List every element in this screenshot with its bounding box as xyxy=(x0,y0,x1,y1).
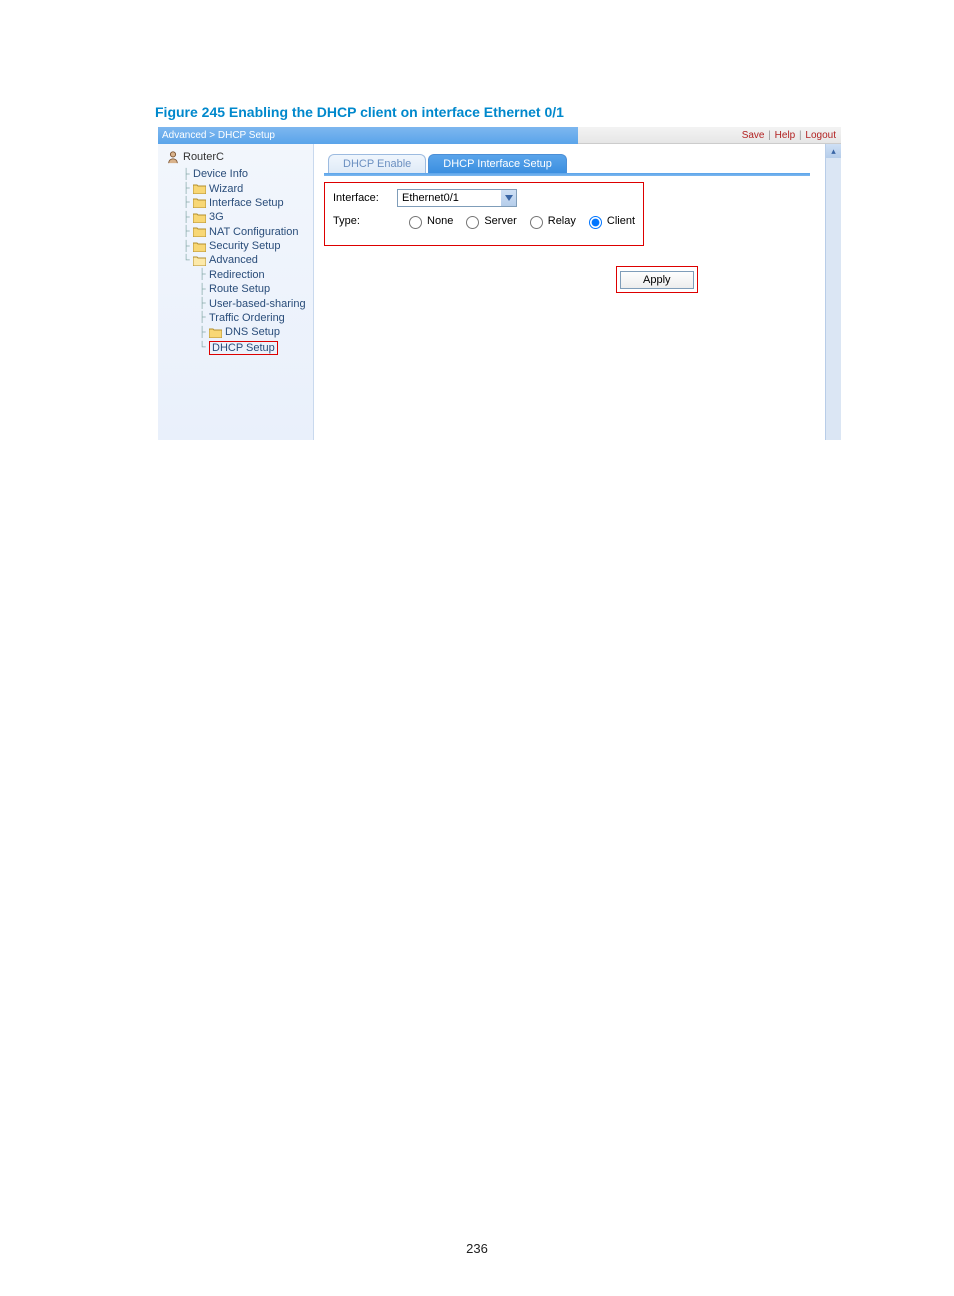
radio-server[interactable]: Server xyxy=(461,213,516,229)
sidebar-item-label: Wizard xyxy=(209,183,243,195)
type-label: Type: xyxy=(333,215,364,227)
sidebar-item-3g[interactable]: ├ 3G xyxy=(158,210,313,224)
tab-dhcp-enable[interactable]: DHCP Enable xyxy=(328,154,426,173)
page-number: 236 xyxy=(0,1241,954,1256)
scroll-up-icon[interactable]: ▴ xyxy=(826,144,841,158)
sidebar-subitem-route-setup[interactable]: ├ Route Setup xyxy=(158,282,313,296)
sidebar-item-label: 3G xyxy=(209,211,224,223)
tree-root-label: RouterC xyxy=(183,151,224,163)
separator: | xyxy=(768,130,771,141)
sidebar-item-label: Device Info xyxy=(193,168,248,180)
tab-dhcp-interface-setup[interactable]: DHCP Interface Setup xyxy=(428,154,567,173)
sidebar-item-interface-setup[interactable]: ├ Interface Setup xyxy=(158,196,313,210)
tree-branch: ├ xyxy=(182,169,190,180)
help-link[interactable]: Help xyxy=(775,130,796,141)
content-area: ▴ DHCP Enable DHCP Interface Setup Inter… xyxy=(314,144,841,440)
user-icon xyxy=(166,150,180,164)
folder-open-icon xyxy=(193,255,206,266)
sidebar-item-advanced[interactable]: └ Advanced xyxy=(158,253,313,267)
sidebar-item-label: User-based-sharing xyxy=(209,298,306,310)
logout-link[interactable]: Logout xyxy=(805,130,836,141)
type-radio-group: None Server Relay Client xyxy=(404,213,635,229)
app-frame: Advanced > DHCP Setup Save | Help | Logo… xyxy=(158,127,841,440)
sidebar-item-label-highlight: DHCP Setup xyxy=(209,341,278,355)
radio-relay[interactable]: Relay xyxy=(525,213,576,229)
interface-select[interactable]: Ethernet0/1 xyxy=(397,189,517,207)
apply-button[interactable]: Apply xyxy=(620,271,694,289)
form-box-highlight: Interface: Ethernet0/1 Type: None Server… xyxy=(324,182,644,246)
tree-branch: ├ xyxy=(182,241,190,252)
tree-branch: └ xyxy=(182,255,190,266)
tree-branch: ├ xyxy=(198,298,206,309)
sidebar-item-label: Advanced xyxy=(209,254,258,266)
apply-wrap: Apply xyxy=(616,266,841,293)
folder-icon xyxy=(193,226,206,237)
tab-underline xyxy=(324,173,810,176)
figure-caption: Figure 245 Enabling the DHCP client on i… xyxy=(155,104,564,120)
tree-branch: ├ xyxy=(182,183,190,194)
sidebar-item-label: Redirection xyxy=(209,269,265,281)
sidebar: RouterC ├ Device Info ├ Wizard ├ Interfa… xyxy=(158,144,314,440)
tree-branch: ├ xyxy=(198,327,206,338)
top-bar: Advanced > DHCP Setup Save | Help | Logo… xyxy=(158,127,841,144)
sidebar-item-label: Route Setup xyxy=(209,283,270,295)
interface-select-value: Ethernet0/1 xyxy=(402,192,459,204)
folder-icon xyxy=(193,241,206,252)
tree-branch: ├ xyxy=(198,284,206,295)
sidebar-item-label: Interface Setup xyxy=(209,197,284,209)
tree-root[interactable]: RouterC xyxy=(158,150,313,164)
sidebar-subitem-redirection[interactable]: ├ Redirection xyxy=(158,268,313,282)
tab-row: DHCP Enable DHCP Interface Setup xyxy=(328,154,841,173)
radio-none[interactable]: None xyxy=(404,213,453,229)
tree-branch: └ xyxy=(198,342,206,353)
save-link[interactable]: Save xyxy=(742,130,765,141)
sidebar-item-label: Security Setup xyxy=(209,240,281,252)
top-right-links: Save | Help | Logout xyxy=(578,127,841,144)
folder-icon xyxy=(209,327,222,338)
breadcrumb: Advanced > DHCP Setup xyxy=(158,127,578,144)
radio-client[interactable]: Client xyxy=(584,213,635,229)
form-row-interface: Interface: Ethernet0/1 xyxy=(333,189,635,207)
sidebar-item-label: Traffic Ordering xyxy=(209,312,285,324)
form-row-type: Type: None Server Relay Client xyxy=(333,213,635,229)
sidebar-item-device-info[interactable]: ├ Device Info xyxy=(158,167,313,181)
tree-branch: ├ xyxy=(182,197,190,208)
sidebar-item-nat-configuration[interactable]: ├ NAT Configuration xyxy=(158,225,313,239)
separator: | xyxy=(799,130,802,141)
tree-branch: ├ xyxy=(198,312,206,323)
sidebar-subitem-dns-setup[interactable]: ├ DNS Setup xyxy=(158,325,313,339)
tree-branch: ├ xyxy=(198,269,206,280)
sidebar-subitem-user-based-sharing[interactable]: ├ User-based-sharing xyxy=(158,296,313,310)
tree-branch: ├ xyxy=(182,212,190,223)
sidebar-subitem-dhcp-setup[interactable]: └ DHCP Setup xyxy=(158,340,313,356)
sidebar-subitem-traffic-ordering[interactable]: ├ Traffic Ordering xyxy=(158,311,313,325)
apply-highlight: Apply xyxy=(616,266,698,293)
tree-branch: ├ xyxy=(182,226,190,237)
chevron-down-icon xyxy=(501,190,516,206)
sidebar-item-security-setup[interactable]: ├ Security Setup xyxy=(158,239,313,253)
folder-icon xyxy=(193,183,206,194)
interface-label: Interface: xyxy=(333,192,397,204)
sidebar-item-label: DNS Setup xyxy=(225,326,280,338)
sidebar-item-label: NAT Configuration xyxy=(209,226,298,238)
sidebar-item-wizard[interactable]: ├ Wizard xyxy=(158,181,313,195)
scrollbar[interactable]: ▴ xyxy=(825,144,841,440)
folder-icon xyxy=(193,197,206,208)
folder-icon xyxy=(193,212,206,223)
